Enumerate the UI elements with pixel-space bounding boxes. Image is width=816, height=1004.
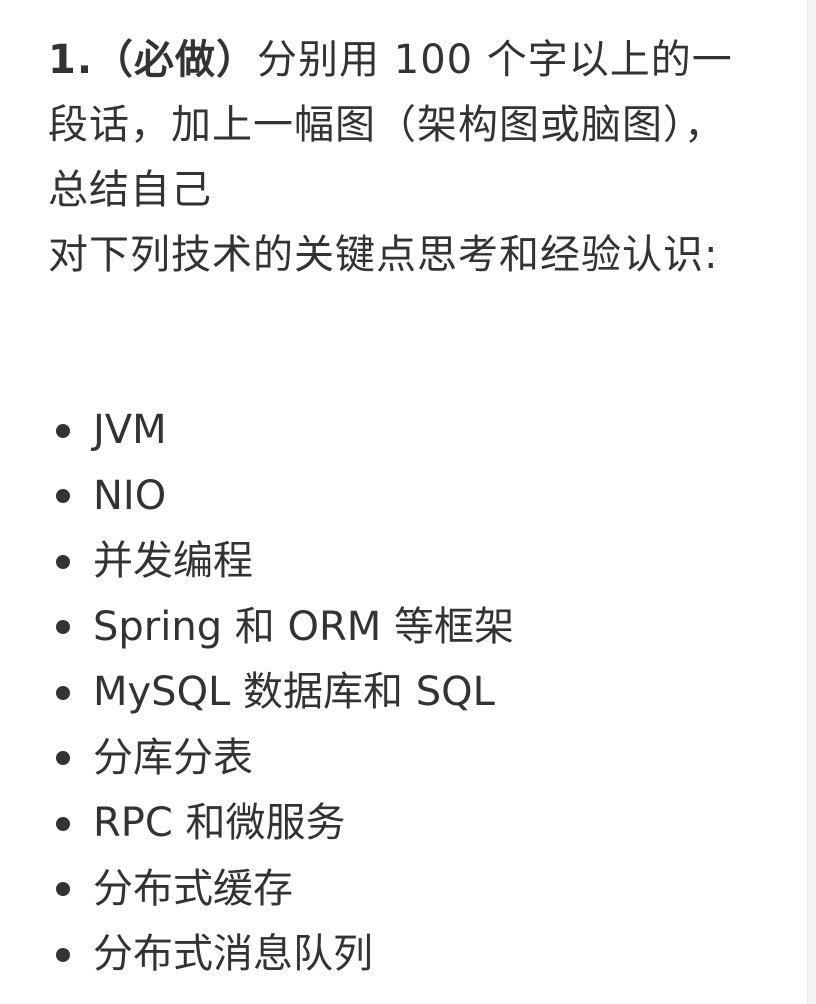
bullet-icon [56,947,70,962]
list-item: JVM [50,398,514,464]
bullet-icon [56,620,70,635]
list-item-label: 分布式消息队列 [93,931,373,977]
assignment-paragraph: 1.（必做）分别用 100 个字以上的一段话，加上一幅图（架构图或脑图），总结自… [48,28,764,288]
list-item: MySQL 数据库和 SQL [50,660,514,726]
list-item-label: JVM [93,407,167,453]
bullet-icon [56,882,70,897]
list-item-label: 分库分表 [93,734,253,781]
list-item: 分布式消息队列 [50,922,514,988]
list-item: Spring 和 ORM 等框架 [50,595,514,661]
list-item-label: NIO [93,472,167,519]
task-number-label: 1.（必做） [48,37,258,83]
bullet-icon [56,685,70,700]
list-item-label: 分布式缓存 [93,865,293,912]
bullet-icon [56,751,70,766]
list-item-label: 并发编程 [93,538,253,584]
list-item-label: MySQL 数据库和 SQL [93,669,495,715]
list-item: RPC 和微服务 [50,791,514,857]
list-item: 分库分表 [50,726,514,792]
document-page: 1.（必做）分别用 100 个字以上的一段话，加上一幅图（架构图或脑图），总结自… [0,0,808,1004]
technology-list: JVM NIO 并发编程 Spring 和 ORM 等框架 MySQL 数据库和… [50,398,514,988]
bullet-icon [56,554,70,569]
list-item: 分布式缓存 [50,857,514,923]
bullet-icon [56,489,70,504]
bullet-icon [56,816,70,831]
list-item: NIO [50,464,514,530]
scrollbar-track[interactable] [807,0,816,1004]
list-item-label: RPC 和微服务 [93,800,346,846]
task-instruction-continuation: 对下列技术的关键点思考和经验认识: [48,232,719,278]
list-item-label: Spring 和 ORM 等框架 [93,603,515,650]
bullet-icon [56,423,70,438]
list-item: 并发编程 [50,529,514,595]
